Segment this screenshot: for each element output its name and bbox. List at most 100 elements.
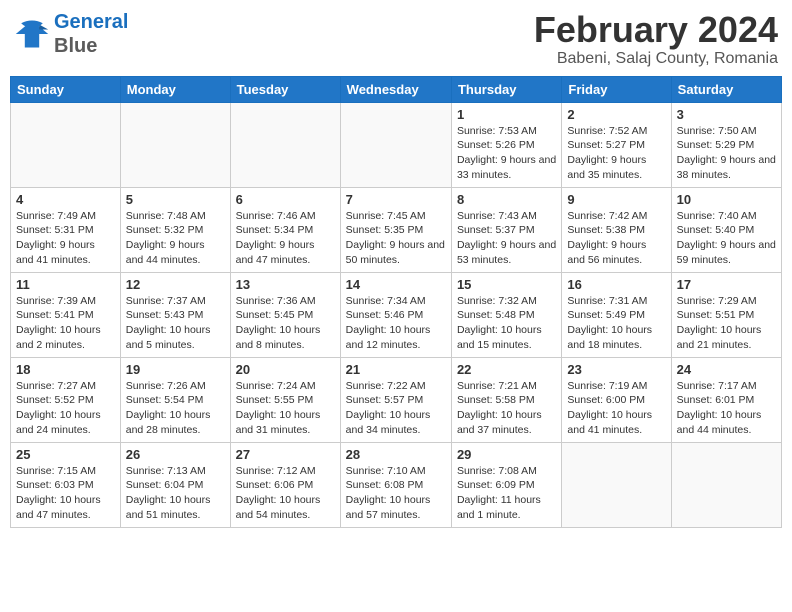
day-info: Sunrise: 7:40 AM Sunset: 5:40 PM Dayligh… xyxy=(677,209,776,268)
day-cell: 21Sunrise: 7:22 AM Sunset: 5:57 PM Dayli… xyxy=(340,357,451,442)
day-number: 8 xyxy=(457,192,556,207)
day-cell xyxy=(230,102,340,187)
day-info: Sunrise: 7:08 AM Sunset: 6:09 PM Dayligh… xyxy=(457,464,556,523)
day-cell: 12Sunrise: 7:37 AM Sunset: 5:43 PM Dayli… xyxy=(120,272,230,357)
day-number: 25 xyxy=(16,447,115,462)
week-row-1: 1 Sunrise: 7:53 AM Sunset: 5:26 PM Daylig… xyxy=(11,102,782,187)
day-cell: 28 Sunrise: 7:10 AM Sunset: 6:08 PM Dayli… xyxy=(340,442,451,527)
day-number: 2 xyxy=(567,107,665,122)
day-cell: 25 Sunrise: 7:15 AM Sunset: 6:03 PM Dayli… xyxy=(11,442,121,527)
day-number: 7 xyxy=(346,192,446,207)
day-info: Sunrise: 7:36 AM Sunset: 5:45 PM Dayligh… xyxy=(236,294,335,353)
day-number: 10 xyxy=(677,192,776,207)
day-number: 29 xyxy=(457,447,556,462)
day-info: Sunrise: 7:29 AM Sunset: 5:51 PM Dayligh… xyxy=(677,294,776,353)
day-info: Sunrise: 7:21 AM Sunset: 5:58 PM Dayligh… xyxy=(457,379,556,438)
day-cell xyxy=(671,442,781,527)
day-number: 11 xyxy=(16,277,115,292)
day-cell: 5Sunrise: 7:48 AM Sunset: 5:32 PM Daylig… xyxy=(120,187,230,272)
day-number: 16 xyxy=(567,277,665,292)
day-cell: 13 Sunrise: 7:36 AM Sunset: 5:45 PM Dayli… xyxy=(230,272,340,357)
day-number: 20 xyxy=(236,362,335,377)
day-info: Sunrise: 7:13 AM Sunset: 6:04 PM Dayligh… xyxy=(126,464,225,523)
day-info: Sunrise: 7:17 AM Sunset: 6:01 PM Dayligh… xyxy=(677,379,776,438)
day-info: Sunrise: 7:45 AM Sunset: 5:35 PM Dayligh… xyxy=(346,209,446,268)
day-cell: 15Sunrise: 7:32 AM Sunset: 5:48 PM Dayli… xyxy=(451,272,561,357)
day-info: Sunrise: 7:24 AM Sunset: 5:55 PM Dayligh… xyxy=(236,379,335,438)
day-cell: 9 Sunrise: 7:42 AM Sunset: 5:38 PM Daylig… xyxy=(562,187,671,272)
day-cell: 17 Sunrise: 7:29 AM Sunset: 5:51 PM Dayli… xyxy=(671,272,781,357)
day-cell: 27 Sunrise: 7:12 AM Sunset: 6:06 PM Dayli… xyxy=(230,442,340,527)
day-number: 24 xyxy=(677,362,776,377)
day-number: 28 xyxy=(346,447,446,462)
day-number: 19 xyxy=(126,362,225,377)
day-number: 1 xyxy=(457,107,556,122)
day-cell: 26Sunrise: 7:13 AM Sunset: 6:04 PM Dayli… xyxy=(120,442,230,527)
day-cell: 19 Sunrise: 7:26 AM Sunset: 5:54 PM Dayli… xyxy=(120,357,230,442)
calendar-table: SundayMondayTuesdayWednesdayThursdayFrid… xyxy=(10,76,782,528)
calendar-subtitle: Babeni, Salaj County, Romania xyxy=(534,50,778,68)
calendar-title: February 2024 xyxy=(534,10,778,50)
day-number: 23 xyxy=(567,362,665,377)
logo-icon xyxy=(14,16,50,52)
day-info: Sunrise: 7:27 AM Sunset: 5:52 PM Dayligh… xyxy=(16,379,115,438)
day-info: Sunrise: 7:43 AM Sunset: 5:37 PM Dayligh… xyxy=(457,209,556,268)
header: General Blue February 2024 Babeni, Salaj… xyxy=(10,10,782,68)
day-info: Sunrise: 7:46 AM Sunset: 5:34 PM Dayligh… xyxy=(236,209,335,268)
day-cell: 8 Sunrise: 7:43 AM Sunset: 5:37 PM Daylig… xyxy=(451,187,561,272)
day-info: Sunrise: 7:48 AM Sunset: 5:32 PM Dayligh… xyxy=(126,209,225,268)
day-info: Sunrise: 7:52 AM Sunset: 5:27 PM Dayligh… xyxy=(567,124,665,183)
day-cell: 3 Sunrise: 7:50 AM Sunset: 5:29 PM Daylig… xyxy=(671,102,781,187)
header-day-friday: Friday xyxy=(562,76,671,102)
day-cell: 4 Sunrise: 7:49 AM Sunset: 5:31 PM Daylig… xyxy=(11,187,121,272)
day-number: 14 xyxy=(346,277,446,292)
day-cell: 10 Sunrise: 7:40 AM Sunset: 5:40 PM Dayli… xyxy=(671,187,781,272)
day-cell: 14 Sunrise: 7:34 AM Sunset: 5:46 PM Dayli… xyxy=(340,272,451,357)
day-number: 9 xyxy=(567,192,665,207)
day-cell xyxy=(340,102,451,187)
day-info: Sunrise: 7:22 AM Sunset: 5:57 PM Dayligh… xyxy=(346,379,446,438)
day-cell: 18 Sunrise: 7:27 AM Sunset: 5:52 PM Dayli… xyxy=(11,357,121,442)
day-number: 15 xyxy=(457,277,556,292)
day-number: 18 xyxy=(16,362,115,377)
day-info: Sunrise: 7:26 AM Sunset: 5:54 PM Dayligh… xyxy=(126,379,225,438)
day-info: Sunrise: 7:34 AM Sunset: 5:46 PM Dayligh… xyxy=(346,294,446,353)
day-info: Sunrise: 7:53 AM Sunset: 5:26 PM Dayligh… xyxy=(457,124,556,183)
day-cell xyxy=(562,442,671,527)
day-number: 13 xyxy=(236,277,335,292)
calendar-header: SundayMondayTuesdayWednesdayThursdayFrid… xyxy=(11,76,782,102)
day-info: Sunrise: 7:49 AM Sunset: 5:31 PM Dayligh… xyxy=(16,209,115,268)
day-info: Sunrise: 7:42 AM Sunset: 5:38 PM Dayligh… xyxy=(567,209,665,268)
day-info: Sunrise: 7:15 AM Sunset: 6:03 PM Dayligh… xyxy=(16,464,115,523)
day-number: 4 xyxy=(16,192,115,207)
day-number: 27 xyxy=(236,447,335,462)
day-info: Sunrise: 7:12 AM Sunset: 6:06 PM Dayligh… xyxy=(236,464,335,523)
day-cell: 23 Sunrise: 7:19 AM Sunset: 6:00 PM Dayli… xyxy=(562,357,671,442)
day-cell: 22Sunrise: 7:21 AM Sunset: 5:58 PM Dayli… xyxy=(451,357,561,442)
day-cell xyxy=(120,102,230,187)
week-row-5: 25 Sunrise: 7:15 AM Sunset: 6:03 PM Dayli… xyxy=(11,442,782,527)
title-area: February 2024 Babeni, Salaj County, Roma… xyxy=(534,10,778,68)
day-info: Sunrise: 7:39 AM Sunset: 5:41 PM Dayligh… xyxy=(16,294,115,353)
day-number: 6 xyxy=(236,192,335,207)
header-day-sunday: Sunday xyxy=(11,76,121,102)
logo: General Blue xyxy=(14,10,128,58)
week-row-3: 11 Sunrise: 7:39 AM Sunset: 5:41 PM Dayli… xyxy=(11,272,782,357)
day-cell: 20 Sunrise: 7:24 AM Sunset: 5:55 PM Dayli… xyxy=(230,357,340,442)
day-number: 3 xyxy=(677,107,776,122)
day-cell xyxy=(11,102,121,187)
day-info: Sunrise: 7:10 AM Sunset: 6:08 PM Dayligh… xyxy=(346,464,446,523)
day-info: Sunrise: 7:19 AM Sunset: 6:00 PM Dayligh… xyxy=(567,379,665,438)
day-info: Sunrise: 7:50 AM Sunset: 5:29 PM Dayligh… xyxy=(677,124,776,183)
day-cell: 7 Sunrise: 7:45 AM Sunset: 5:35 PM Daylig… xyxy=(340,187,451,272)
header-day-saturday: Saturday xyxy=(671,76,781,102)
calendar-body: 1 Sunrise: 7:53 AM Sunset: 5:26 PM Daylig… xyxy=(11,102,782,527)
logo-text: General Blue xyxy=(54,10,128,58)
day-number: 12 xyxy=(126,277,225,292)
day-number: 17 xyxy=(677,277,776,292)
day-cell: 6 Sunrise: 7:46 AM Sunset: 5:34 PM Daylig… xyxy=(230,187,340,272)
week-row-2: 4 Sunrise: 7:49 AM Sunset: 5:31 PM Daylig… xyxy=(11,187,782,272)
day-cell: 1 Sunrise: 7:53 AM Sunset: 5:26 PM Daylig… xyxy=(451,102,561,187)
day-cell: 11 Sunrise: 7:39 AM Sunset: 5:41 PM Dayli… xyxy=(11,272,121,357)
day-info: Sunrise: 7:31 AM Sunset: 5:49 PM Dayligh… xyxy=(567,294,665,353)
